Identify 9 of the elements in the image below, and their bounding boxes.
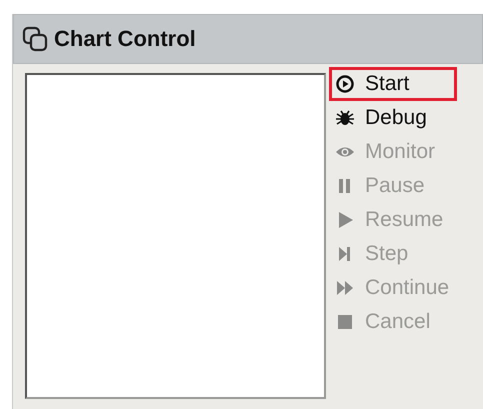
- fast-forward-icon: [335, 278, 355, 298]
- action-button[interactable]: Debug: [329, 101, 436, 135]
- stop-icon: [335, 312, 355, 332]
- play-circle-icon: [335, 74, 355, 94]
- chart-list[interactable]: [25, 73, 326, 399]
- windows-icon: [22, 26, 48, 52]
- action-button[interactable]: Start: [329, 67, 457, 101]
- bug-icon: [335, 108, 355, 128]
- panel-title: Chart Control: [54, 26, 196, 52]
